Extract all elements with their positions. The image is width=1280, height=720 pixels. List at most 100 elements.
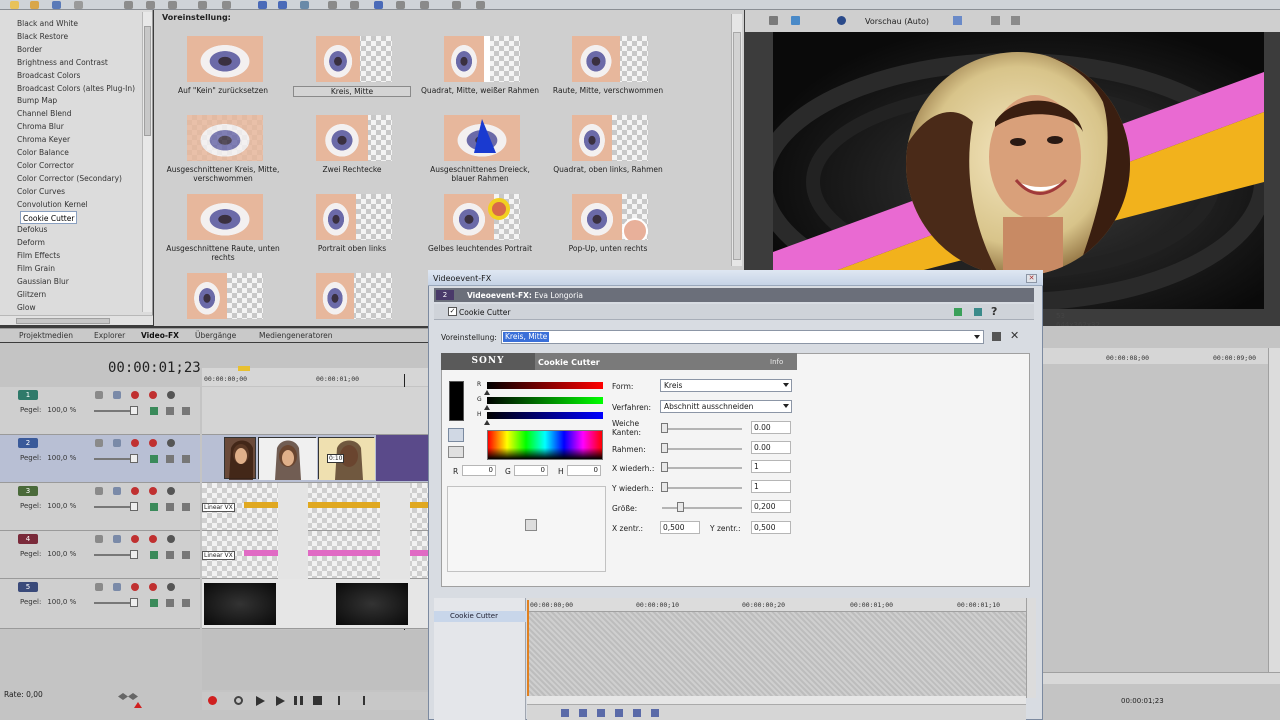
preset-dropdown[interactable] — [501, 330, 984, 344]
y-wiederh-knob[interactable] — [661, 482, 668, 492]
level-slider-knob[interactable] — [130, 598, 138, 607]
automation-icon[interactable] — [166, 407, 174, 415]
cut-icon[interactable] — [124, 1, 133, 9]
track-motion-icon[interactable] — [95, 487, 103, 495]
dialog-titlebar[interactable] — [428, 270, 1043, 286]
chevron-down-icon[interactable] — [974, 335, 980, 339]
whats-this-icon[interactable] — [476, 1, 485, 9]
level-slider-knob[interactable] — [130, 502, 138, 511]
delete-preset-icon[interactable]: ✕ — [1010, 329, 1019, 342]
preview-properties-icon[interactable] — [769, 16, 778, 25]
edit-tool-icon[interactable] — [258, 1, 267, 9]
track-motion-icon[interactable] — [95, 583, 103, 591]
overlays-icon[interactable] — [953, 16, 962, 25]
track-motion-icon[interactable] — [95, 439, 103, 447]
play-icon[interactable] — [276, 696, 285, 706]
pause-icon[interactable] — [294, 696, 303, 705]
mute-icon[interactable] — [149, 439, 157, 447]
automation-icon[interactable] — [166, 551, 174, 559]
delete-keyframe-icon[interactable] — [615, 709, 623, 717]
fx-list-item[interactable]: Black Restore — [17, 30, 68, 43]
snapping-icon[interactable] — [350, 1, 359, 9]
track-fx-icon[interactable] — [113, 583, 121, 591]
track-fx-icon[interactable] — [113, 487, 121, 495]
open-folder-icon[interactable] — [30, 1, 39, 9]
x-wiederh-knob[interactable] — [661, 462, 668, 472]
rahmen-knob[interactable] — [661, 443, 668, 453]
expand-icon[interactable] — [150, 551, 158, 559]
track-lane-5[interactable] — [202, 579, 430, 629]
preset-tile[interactable]: Pop-Up, unten rechts — [545, 190, 671, 268]
track-header[interactable]: 5 Pegel: 100,0 % — [0, 579, 200, 629]
keyframe-lane[interactable] — [527, 612, 1026, 696]
fx-list-item[interactable]: Bump Map — [17, 94, 57, 107]
x-wiederh-value[interactable]: 1 — [751, 460, 791, 473]
form-dropdown[interactable]: Kreis — [660, 379, 792, 392]
preset-tile[interactable]: Portrait oben links — [289, 190, 415, 268]
mute-icon[interactable] — [149, 391, 157, 399]
level-slider-knob[interactable] — [130, 454, 138, 463]
track-fx-icon[interactable] — [113, 535, 121, 543]
y-wiederh-slider[interactable] — [662, 487, 742, 489]
next-keyframe-icon[interactable] — [633, 709, 641, 717]
fx-list-item[interactable]: Broadcast Colors — [17, 69, 80, 82]
y-zentr-value[interactable]: 0,500 — [751, 521, 791, 534]
weiche-kanten-slider[interactable] — [662, 428, 742, 430]
copy-snapshot-icon[interactable] — [991, 16, 1000, 25]
track-lane-2[interactable]: 0:10 — [202, 435, 430, 483]
fx-list-item[interactable]: Deform — [17, 236, 45, 249]
track-header[interactable]: 1 Pegel: 100,0 % — [0, 387, 200, 435]
keyframe-vscrollbar[interactable] — [1026, 598, 1036, 698]
preset-tile[interactable]: Kreis, Mitte — [289, 32, 415, 110]
lock-envelope-icon[interactable] — [396, 1, 405, 9]
fx-list-item[interactable]: Color Corrector — [17, 159, 74, 172]
rahmen-slider[interactable] — [662, 448, 742, 450]
last-keyframe-icon[interactable] — [651, 709, 659, 717]
tab-projektmedien[interactable]: Projektmedien — [19, 331, 73, 340]
fx-list-item[interactable]: Glow — [17, 301, 36, 314]
solo-icon[interactable] — [167, 391, 175, 399]
slider-pointer-icon[interactable] — [484, 390, 490, 395]
go-to-start-icon[interactable] — [338, 696, 347, 705]
remove-plugin-icon[interactable] — [974, 308, 982, 316]
fx-enable-checkbox[interactable]: ✓ — [448, 307, 457, 316]
weiche-kanten-value[interactable]: 0.00 — [751, 421, 791, 434]
track-fx-icon[interactable] — [113, 391, 121, 399]
ignore-grouping-icon[interactable] — [420, 1, 429, 9]
preview-quality-dropdown[interactable]: Vorschau (Auto) — [865, 17, 929, 26]
selection-tool-icon[interactable] — [300, 1, 309, 9]
preset-tile[interactable]: Raute, Mitte, verschwommen — [545, 32, 671, 110]
tab-video-fx[interactable]: Video-FX — [141, 331, 179, 340]
automation-icon[interactable] — [166, 455, 174, 463]
video-event-region[interactable] — [376, 435, 430, 481]
preset-tile[interactable]: Gelbes leuchtendes Portrait — [417, 190, 543, 268]
fx-list-item[interactable]: Convolution Kernel — [17, 198, 88, 211]
composite-mode-icon[interactable] — [131, 439, 139, 447]
preset-tile[interactable]: Ausgeschnittenes Dreieck, blauer Rahmen — [417, 111, 543, 189]
green-slider[interactable] — [487, 397, 603, 404]
save-icon[interactable] — [52, 1, 61, 9]
copy-icon[interactable] — [146, 1, 155, 9]
fx-list-item[interactable]: Gaussian Blur — [17, 275, 69, 288]
undo-icon[interactable] — [198, 1, 207, 9]
solo-icon[interactable] — [167, 439, 175, 447]
preset-tile[interactable]: Ausgeschnittener Kreis, Mitte, verschwom… — [160, 111, 286, 189]
fx-list-item[interactable]: Color Balance — [17, 146, 69, 159]
loop-icon[interactable] — [234, 696, 243, 705]
yellow-clip-bar[interactable] — [244, 502, 278, 508]
preset-tile[interactable]: Auf "Kein" zurücksetzen — [160, 32, 286, 110]
new-file-icon[interactable] — [10, 1, 19, 9]
fx-list-item[interactable]: Cookie Cutter — [20, 210, 78, 224]
color-spectrum[interactable] — [487, 430, 603, 460]
solo-icon[interactable] — [167, 535, 175, 543]
fx-list-item[interactable]: Color Curves — [17, 185, 65, 198]
expand-icon[interactable] — [150, 455, 158, 463]
first-keyframe-icon[interactable] — [561, 709, 569, 717]
timeline-vscrollbar[interactable] — [1268, 348, 1280, 678]
composite-mode-icon[interactable] — [131, 487, 139, 495]
pink-clip-bar[interactable] — [308, 550, 380, 556]
autoripple-icon[interactable] — [374, 1, 383, 9]
track-lane-3[interactable]: Linear VX — [202, 483, 430, 531]
record-icon[interactable] — [208, 696, 217, 705]
color-picker-mode-icon[interactable] — [448, 428, 464, 442]
